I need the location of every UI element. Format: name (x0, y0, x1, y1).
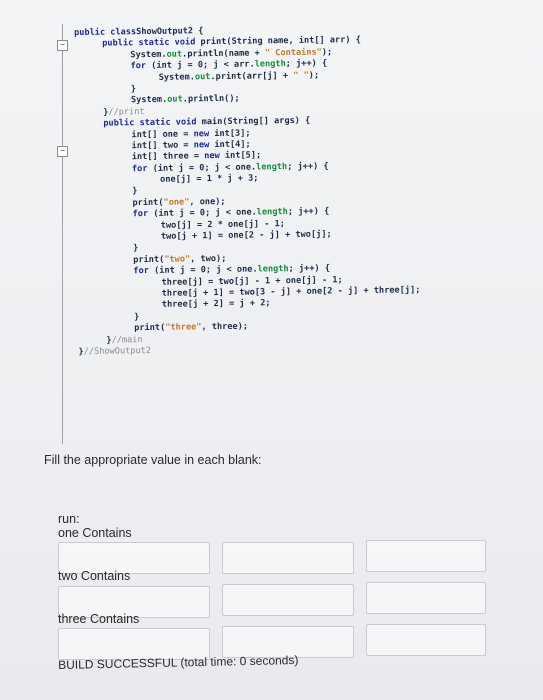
one-contains-label: one Contains (58, 526, 132, 540)
code-token: out (166, 49, 183, 60)
fold-toggle-icon[interactable]: − (57, 146, 68, 157)
code-token: System. (130, 95, 168, 106)
code-token: new (204, 151, 220, 162)
code-token: .println(name + (182, 48, 265, 60)
blank-input[interactable] (222, 542, 354, 574)
code-token: three[j] = two[j] - 1 + one[j] - 1; (161, 274, 343, 288)
code-token: int[3]; (209, 128, 251, 139)
blank-input[interactable] (222, 584, 354, 616)
screenshot-photo: − − public classShowOutput2 {public stat… (0, 0, 543, 700)
run-label: run: (58, 512, 80, 526)
code-token: print( (134, 322, 166, 334)
code-token: for (131, 163, 148, 174)
code-token: two[j + 1] = one[2 - j] + two[j]; (160, 229, 332, 242)
code-token: .println(); (182, 94, 240, 105)
blank-input[interactable] (366, 582, 486, 614)
question-text: Fill the appropriate value in each blank… (44, 453, 262, 467)
code-token: System. (130, 49, 167, 60)
code-token: two[j] = 2 * one[j] - 1; (160, 218, 286, 231)
code-token: (int j = 0; j < one. (148, 207, 257, 220)
code-token: print( (133, 254, 165, 266)
code-token: ); (321, 47, 333, 58)
code-token: for (133, 266, 150, 277)
code-token: //ShowOutput2 (83, 345, 152, 357)
code-token: "three" (165, 322, 202, 333)
code-token: } (133, 243, 139, 254)
blank-input[interactable] (366, 624, 486, 656)
code-token: length (257, 264, 289, 275)
code-token: print(String name, int[] arr) { (195, 35, 361, 48)
code-token: } (132, 186, 138, 197)
code-token: three[j + 2] = j + 2; (161, 298, 271, 311)
code-token: , three); (201, 321, 249, 333)
code-token: new (193, 128, 210, 139)
code-token: System. (158, 71, 195, 83)
code-token: } (130, 84, 137, 95)
code-token: length (256, 207, 288, 218)
code-token: one[j] = 1 * j + 3; (160, 173, 259, 185)
code-token: } (133, 311, 140, 322)
code-token: ShowOutput2 { (136, 26, 204, 38)
code-token: (int j = 0; j < arr. (146, 59, 255, 72)
code-token: public class (74, 27, 137, 38)
code-token: //main (111, 334, 143, 346)
code-token: int[] two = (131, 140, 194, 152)
code-token: ); (308, 70, 320, 81)
blank-input[interactable] (366, 540, 486, 572)
code-token: out (167, 94, 183, 106)
code-token: length (256, 161, 288, 173)
editor-gutter-line (62, 24, 63, 444)
code-token: int[] three = (131, 151, 205, 163)
code-token: public static void (102, 37, 196, 49)
code-token: out (194, 71, 211, 82)
code-token: ; j++) { (287, 206, 330, 218)
code-token: " " (293, 70, 309, 81)
three-contains-label: three Contains (58, 612, 140, 626)
code-token: ; j++) { (287, 161, 329, 172)
code-token: "two" (164, 254, 191, 265)
code-token: length (254, 59, 286, 70)
code-token: int[4]; (209, 139, 251, 151)
code-token: "one" (163, 197, 190, 208)
code-token: public static void (103, 117, 197, 129)
code-token: print( (132, 197, 164, 209)
code-token: new (193, 140, 210, 151)
code-token: .print(arr[j] + (210, 70, 294, 82)
two-contains-label: two Contains (58, 569, 131, 583)
code-token: //print (108, 106, 145, 118)
code-token: int[] one = (131, 128, 194, 140)
code-token: for (132, 209, 149, 220)
code-token: ; j++) { (285, 58, 328, 70)
code-token: , one); (189, 196, 226, 208)
code-token: , two); (190, 253, 227, 265)
code-token: for (130, 61, 147, 72)
code-token: (int j = 0; j < one. (148, 264, 258, 277)
fold-toggle-icon[interactable]: − (57, 40, 68, 51)
code-token: " Contains" (264, 47, 322, 59)
code-token: main(String[] args) { (196, 115, 311, 128)
code-token: int[5]; (219, 150, 262, 162)
code-editor[interactable]: public classShowOutput2 {public static v… (74, 21, 543, 358)
code-token: ; j++) { (288, 263, 331, 275)
code-token: (int j = 0; j < one. (147, 162, 257, 174)
